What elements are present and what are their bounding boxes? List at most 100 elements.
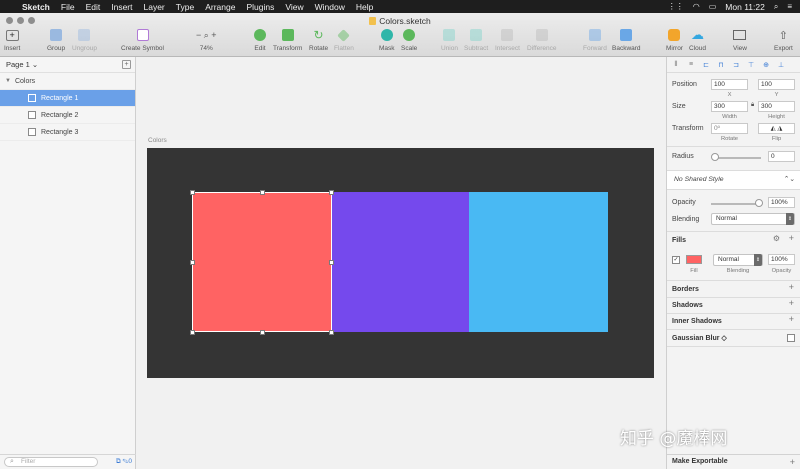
spotlight-icon[interactable]: ⌕ — [774, 2, 778, 12]
menu-view[interactable]: View — [285, 2, 303, 12]
add-inner-shadow-icon[interactable]: + — [789, 314, 794, 324]
layer-rectangle-3[interactable]: Rectangle 3 — [0, 124, 135, 141]
align-top-icon[interactable]: ⊤ — [746, 61, 756, 69]
difference-button[interactable]: Difference — [527, 27, 557, 52]
page-selector[interactable]: Page 1 ⌄ + — [0, 57, 135, 73]
resize-handle-tl[interactable] — [190, 190, 195, 195]
export-button[interactable]: ⇧ Export — [774, 27, 793, 53]
add-fill-icon[interactable]: + — [789, 233, 794, 243]
mirror-button[interactable]: Mirror — [666, 27, 683, 52]
make-exportable-bar[interactable]: Make Exportable + — [667, 454, 800, 469]
fill-blending-dropdown[interactable]: Normal ⇕ — [713, 254, 763, 266]
menu-type[interactable]: Type — [176, 2, 194, 12]
radius-input[interactable]: 0 — [768, 151, 795, 162]
forward-button[interactable]: Forward — [583, 27, 607, 52]
align-left-icon[interactable]: ⊏ — [701, 61, 711, 69]
status-menu-icon[interactable]: ⋮⋮ — [668, 2, 684, 11]
opacity-slider-knob[interactable] — [755, 199, 763, 207]
notification-center-icon[interactable]: ≡ — [787, 2, 792, 11]
flip-horizontal-icon[interactable]: ◭ — [771, 125, 776, 132]
resize-handle-tr[interactable] — [329, 190, 334, 195]
battery-icon[interactable]: ▭ — [709, 2, 717, 11]
lock-proportions-icon[interactable]: 🔒︎ — [751, 102, 754, 109]
symbols-filter-icon[interactable]: ⧉ — [116, 458, 121, 465]
rotate-button[interactable]: ↻ Rotate — [309, 27, 328, 52]
align-middle-icon[interactable]: ⊕ — [761, 61, 771, 69]
menu-edit[interactable]: Edit — [86, 2, 101, 12]
filter-input[interactable]: ⌕ Filter — [4, 457, 98, 467]
distribute-vertical-icon[interactable]: ≡ — [686, 61, 696, 68]
menu-plugins[interactable]: Plugins — [246, 2, 274, 12]
edit-button[interactable]: Edit — [254, 27, 266, 52]
fill-opacity-input[interactable]: 100% — [768, 254, 795, 265]
gaussian-blur-selector[interactable]: Gaussian Blur ◇ — [672, 334, 727, 342]
align-center-icon[interactable]: ⊓ — [716, 61, 726, 69]
menu-help[interactable]: Help — [356, 2, 373, 12]
gaussian-blur-checkbox[interactable] — [787, 334, 795, 342]
layer-rectangle-1[interactable]: Rectangle 1 — [0, 90, 135, 107]
rectangle-3[interactable] — [469, 192, 608, 332]
blending-dropdown[interactable]: Normal ⇕ — [711, 213, 795, 225]
add-export-icon[interactable]: + — [790, 455, 795, 469]
menu-layer[interactable]: Layer — [144, 2, 165, 12]
cloud-button[interactable]: ☁ Cloud — [689, 27, 706, 52]
add-page-icon[interactable]: + — [122, 60, 131, 69]
subtract-button[interactable]: Subtract — [464, 27, 488, 52]
artboard-title[interactable]: Colors — [148, 137, 167, 144]
resize-handle-br[interactable] — [329, 330, 334, 335]
group-button[interactable]: Group — [47, 27, 65, 52]
position-y-input[interactable]: 100 — [758, 79, 795, 90]
intersect-button[interactable]: Intersect — [495, 27, 520, 52]
distribute-horizontal-icon[interactable]: ⫴ — [671, 61, 681, 69]
scale-button[interactable]: Scale — [401, 27, 417, 52]
layer-rectangle-2[interactable]: Rectangle 2 — [0, 107, 135, 124]
zoom-control[interactable]: − ⌕ + 74% — [196, 27, 217, 53]
height-input[interactable]: 300 — [758, 101, 795, 112]
menu-arrange[interactable]: Arrange — [205, 2, 235, 12]
radius-slider-knob[interactable] — [711, 153, 719, 161]
divider — [667, 231, 800, 232]
opacity-input[interactable]: 100% — [768, 197, 795, 208]
resize-handle-l[interactable] — [190, 260, 195, 265]
menu-file[interactable]: File — [61, 2, 75, 12]
insert-button[interactable]: + Insert — [4, 27, 20, 52]
menu-window[interactable]: Window — [315, 2, 345, 12]
rectangle-2[interactable] — [331, 192, 469, 332]
add-border-icon[interactable]: + — [789, 282, 794, 292]
flip-buttons[interactable]: ◭ ◮ — [758, 123, 795, 134]
rotate-input[interactable]: 0º — [711, 123, 748, 134]
resize-handle-bl[interactable] — [190, 330, 195, 335]
radius-slider[interactable] — [714, 157, 761, 159]
width-input[interactable]: 300 — [711, 101, 748, 112]
resize-handle-r[interactable] — [329, 260, 334, 265]
resize-handle-t[interactable] — [260, 190, 265, 195]
create-symbol-button[interactable]: Create Symbol — [121, 27, 164, 52]
position-x-input[interactable]: 100 — [711, 79, 748, 90]
transform-button[interactable]: Transform — [273, 27, 302, 52]
flatten-button[interactable]: Flatten — [334, 27, 354, 52]
backward-button[interactable]: Backward — [612, 27, 641, 52]
wifi-icon[interactable]: ◠ — [693, 2, 700, 11]
view-button[interactable]: View — [733, 27, 747, 52]
menu-insert[interactable]: Insert — [111, 2, 132, 12]
gear-icon[interactable]: ⚙ — [773, 234, 780, 243]
fill-color-swatch[interactable] — [686, 255, 702, 264]
filter-options[interactable]: ⧉ ✎0 — [116, 458, 132, 466]
resize-handle-b[interactable] — [260, 330, 265, 335]
artboard-colors[interactable] — [147, 148, 654, 378]
fill-enabled-checkbox[interactable]: ✓ — [672, 256, 680, 264]
shared-style-selector[interactable]: No Shared Style ⌃⌄ — [667, 170, 800, 190]
ungroup-button[interactable]: Ungroup — [72, 27, 97, 52]
add-shadow-icon[interactable]: + — [789, 298, 794, 308]
align-bottom-icon[interactable]: ⊥ — [776, 61, 786, 69]
clock[interactable]: Mon 11:22 — [725, 2, 765, 12]
opacity-slider[interactable] — [711, 203, 761, 205]
union-button[interactable]: Union — [441, 27, 458, 52]
canvas[interactable]: Colors — [136, 57, 666, 469]
disclosure-triangle-icon[interactable]: ▼ — [5, 78, 11, 84]
mask-button[interactable]: Mask — [379, 27, 395, 52]
layer-group-colors[interactable]: ▼ Colors — [0, 73, 135, 90]
menu-app[interactable]: Sketch — [22, 2, 50, 12]
align-right-icon[interactable]: ⊐ — [731, 61, 741, 69]
flip-vertical-icon[interactable]: ◮ — [777, 125, 782, 132]
